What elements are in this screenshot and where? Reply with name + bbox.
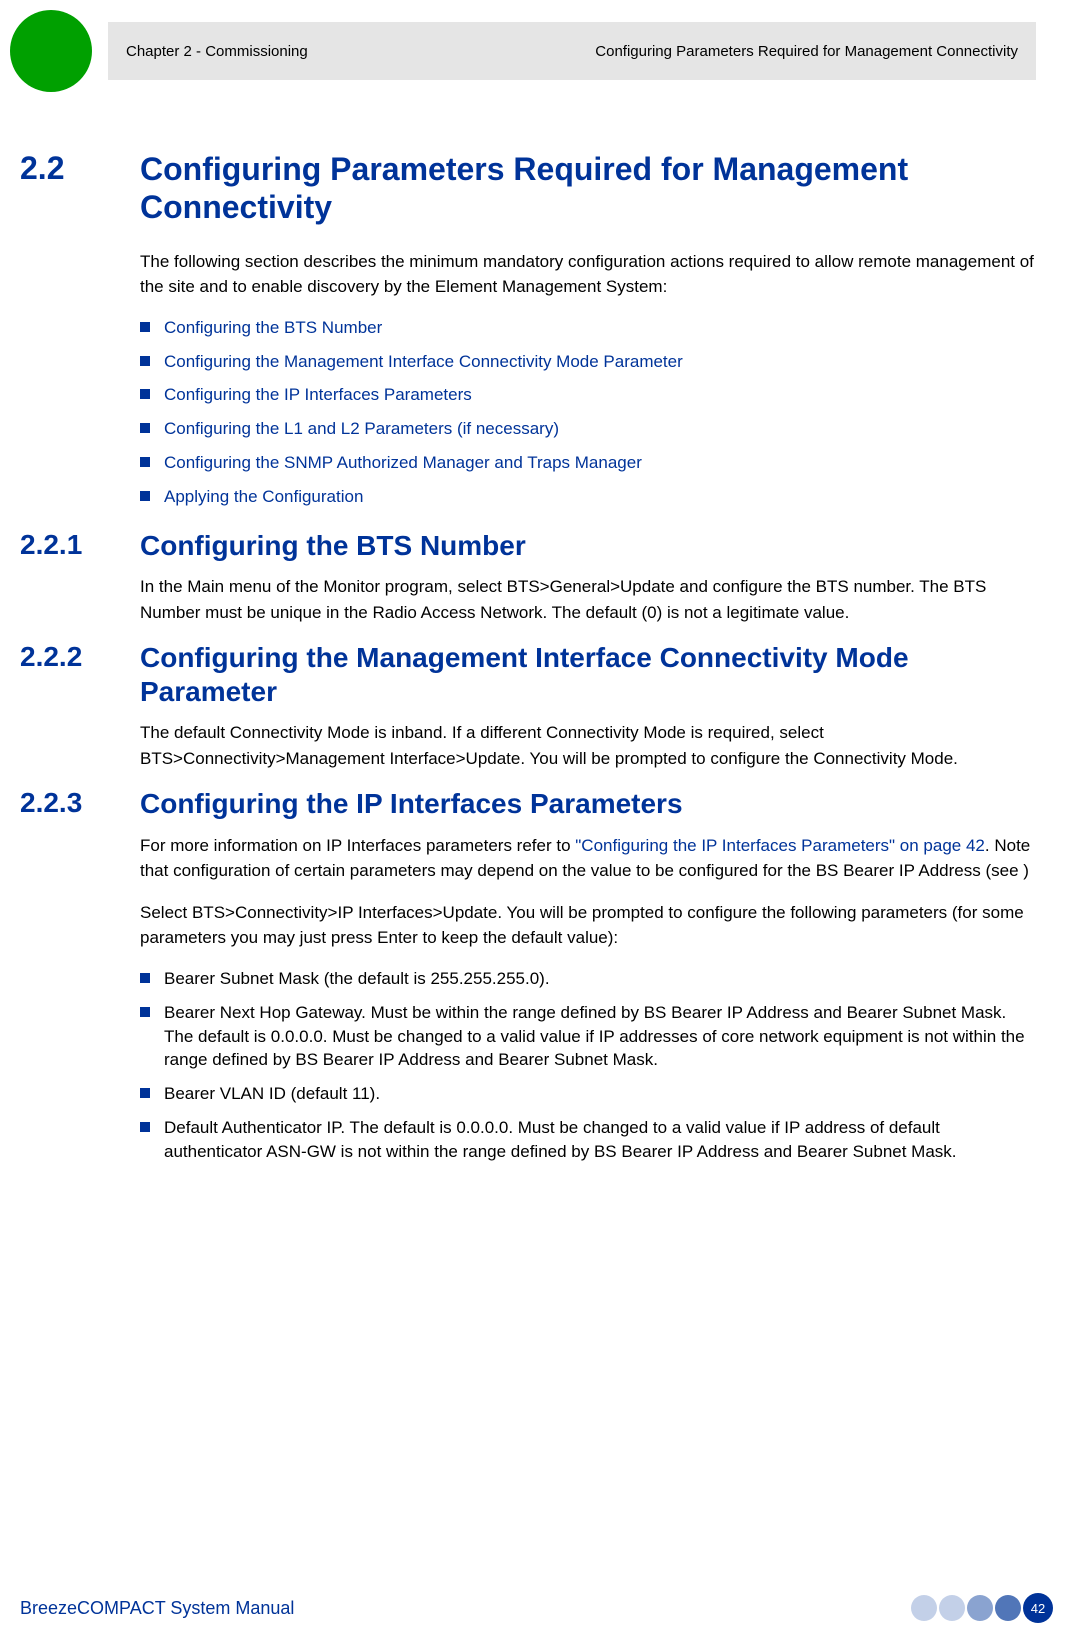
section-2-2-3-p2: Select BTS>Connectivity>IP Interfaces>Up… <box>140 900 1036 951</box>
page-number-badge: 42 <box>1023 1593 1053 1623</box>
section-2-2-3-heading: 2.2.3 Configuring the IP Interfaces Para… <box>20 787 1036 821</box>
section-2-2-3-item-list: Bearer Subnet Mask (the default is 255.2… <box>140 967 1036 1164</box>
footer-pagination-dots: 42 <box>911 1593 1053 1623</box>
section-number: 2.2 <box>20 150 140 187</box>
list-item: Configuring the BTS Number <box>140 316 1036 340</box>
link-configuring-l1-l2[interactable]: Configuring the L1 and L2 Parameters (if… <box>164 417 559 441</box>
bullet-icon <box>140 491 150 501</box>
section-number: 2.2.1 <box>20 529 140 561</box>
dot-icon <box>967 1595 993 1621</box>
text-fragment: For more information on IP Interfaces pa… <box>140 836 575 855</box>
link-configuring-management-interface[interactable]: Configuring the Management Interface Con… <box>164 350 683 374</box>
list-item-text: Bearer Subnet Mask (the default is 255.2… <box>164 967 550 991</box>
footer-manual-title: BreezeCOMPACT System Manual <box>20 1598 294 1619</box>
list-item: Configuring the SNMP Authorized Manager … <box>140 451 1036 475</box>
decorative-circle <box>10 10 92 92</box>
link-configuring-bts-number[interactable]: Configuring the BTS Number <box>164 316 382 340</box>
bullet-icon <box>140 356 150 366</box>
dot-icon <box>939 1595 965 1621</box>
section-2-2-link-list: Configuring the BTS Number Configuring t… <box>140 316 1036 509</box>
bullet-icon <box>140 457 150 467</box>
dot-icon <box>995 1595 1021 1621</box>
list-item-text: Bearer VLAN ID (default 11). <box>164 1082 380 1106</box>
list-item: Bearer Subnet Mask (the default is 255.2… <box>140 967 1036 991</box>
link-configuring-ip-interfaces[interactable]: Configuring the IP Interfaces Parameters <box>164 383 472 407</box>
page-footer: BreezeCOMPACT System Manual 42 <box>20 1593 1053 1623</box>
section-2-2-2-body: The default Connectivity Mode is inband.… <box>140 720 1036 771</box>
list-item: Default Authenticator IP. The default is… <box>140 1116 1036 1164</box>
bullet-icon <box>140 1122 150 1132</box>
link-applying-configuration[interactable]: Applying the Configuration <box>164 485 363 509</box>
section-title: Configuring the IP Interfaces Parameters <box>140 787 683 821</box>
list-item: Configuring the L1 and L2 Parameters (if… <box>140 417 1036 441</box>
section-2-2-2-heading: 2.2.2 Configuring the Management Interfa… <box>20 641 1036 708</box>
section-2-2-3-p1: For more information on IP Interfaces pa… <box>140 833 1036 884</box>
list-item: Bearer VLAN ID (default 11). <box>140 1082 1036 1106</box>
bullet-icon <box>140 1088 150 1098</box>
section-number: 2.2.3 <box>20 787 140 819</box>
section-title: Configuring Parameters Required for Mana… <box>140 150 1036 227</box>
list-item-text: Bearer Next Hop Gateway. Must be within … <box>164 1001 1036 1072</box>
section-2-2-heading: 2.2 Configuring Parameters Required for … <box>20 150 1036 227</box>
bullet-icon <box>140 389 150 399</box>
section-2-2-1-heading: 2.2.1 Configuring the BTS Number <box>20 529 1036 563</box>
section-2-2-1-body: In the Main menu of the Monitor program,… <box>140 574 1036 625</box>
list-item: Configuring the IP Interfaces Parameters <box>140 383 1036 407</box>
main-content: 2.2 Configuring Parameters Required for … <box>20 150 1036 1184</box>
list-item: Configuring the Management Interface Con… <box>140 350 1036 374</box>
list-item-text: Default Authenticator IP. The default is… <box>164 1116 1036 1164</box>
bullet-icon <box>140 973 150 983</box>
list-item: Applying the Configuration <box>140 485 1036 509</box>
dot-icon <box>911 1595 937 1621</box>
bullet-icon <box>140 322 150 332</box>
bullet-icon <box>140 423 150 433</box>
chapter-label: Chapter 2 - Commissioning <box>126 43 308 60</box>
bullet-icon <box>140 1007 150 1017</box>
section-title: Configuring the Management Interface Con… <box>140 641 1036 708</box>
link-ip-interfaces-page-42[interactable]: "Configuring the IP Interfaces Parameter… <box>575 836 985 855</box>
link-configuring-snmp[interactable]: Configuring the SNMP Authorized Manager … <box>164 451 642 475</box>
section-2-2-intro: The following section describes the mini… <box>140 249 1036 300</box>
page-header: Chapter 2 - Commissioning Configuring Pa… <box>108 22 1036 80</box>
list-item: Bearer Next Hop Gateway. Must be within … <box>140 1001 1036 1072</box>
section-number: 2.2.2 <box>20 641 140 673</box>
header-section-label: Configuring Parameters Required for Mana… <box>595 43 1018 60</box>
section-title: Configuring the BTS Number <box>140 529 526 563</box>
